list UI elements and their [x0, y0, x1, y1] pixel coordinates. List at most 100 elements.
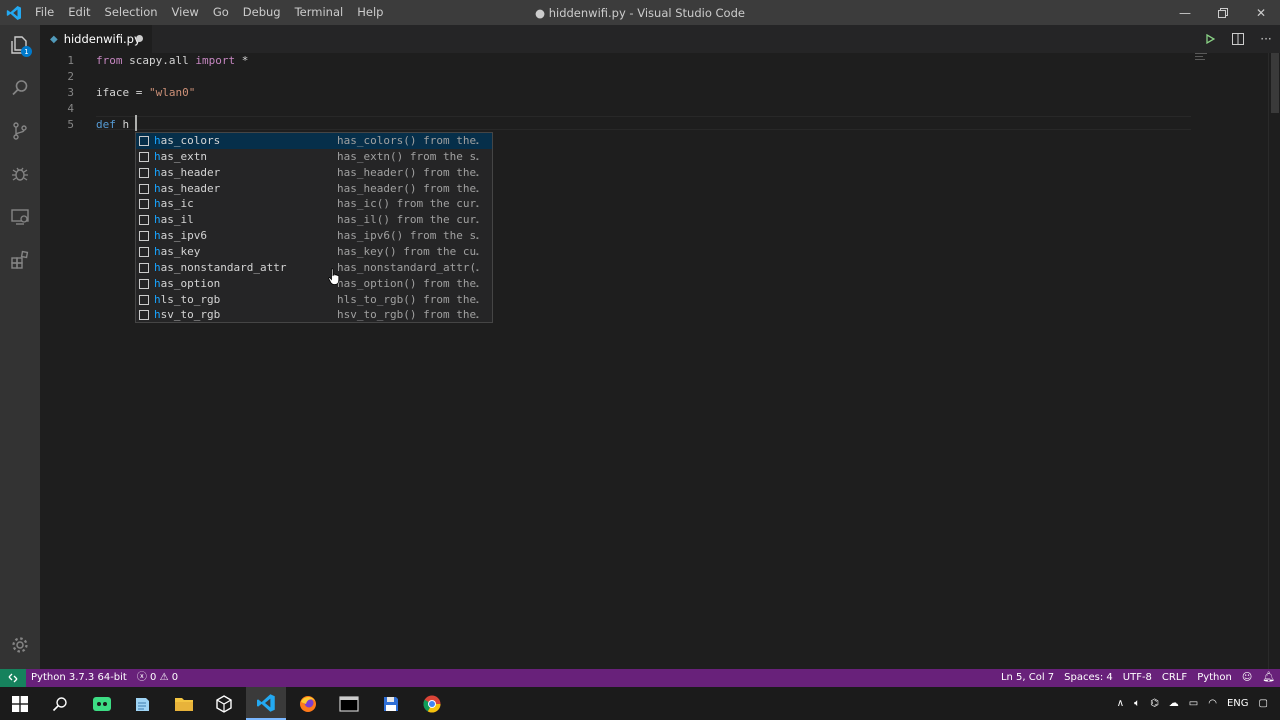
code-line[interactable]: def h [96, 117, 129, 133]
speaker-icon[interactable]: 🔈︎ [1129, 698, 1145, 709]
windows-taskbar: ∧ 🔈︎ ⌬ ☁ ▭ ◠ ENG ▢ [0, 687, 1280, 720]
suggestion-item[interactable]: has_key has_key() from the cu… [136, 244, 492, 260]
function-kind-icon [139, 231, 149, 242]
vscode-icon[interactable] [246, 687, 286, 720]
virtualbox-icon[interactable] [204, 687, 244, 720]
suggestion-match: h [154, 213, 161, 227]
suggestion-detail: has_option() from the… [337, 276, 479, 290]
notification-center-icon[interactable]: ▢ [1254, 698, 1280, 709]
menu-item-edit[interactable]: Edit [61, 0, 97, 25]
menu-item-file[interactable]: File [28, 0, 61, 25]
line-endings[interactable]: CRLF [1157, 669, 1192, 687]
function-kind-icon [139, 167, 149, 178]
suggestion-label: has_nonstandard_attr [154, 260, 337, 276]
suggestion-label: has_il [154, 212, 337, 228]
suggestion-item[interactable]: has_il has_il() from the cur… [136, 212, 492, 228]
suggestion-detail: has_ic() from the cur… [337, 197, 479, 211]
floppy-save-icon[interactable] [371, 687, 411, 720]
wifi-icon[interactable]: ◠ [1203, 698, 1222, 709]
warning-count: 0 [171, 672, 179, 683]
files-icon[interactable]: 1 [0, 25, 40, 65]
python-interpreter[interactable]: Python 3.7.3 64-bit [26, 669, 132, 687]
suggestion-detail: has_ipv6() from the s… [337, 229, 479, 243]
windows-start-icon[interactable] [0, 687, 40, 720]
more-actions-icon[interactable]: ··· [1252, 32, 1280, 46]
problems-indicator[interactable]: ⓧ 0 ⚠ 0 [132, 669, 183, 687]
suggestion-detail: has_il() from the cur… [337, 213, 479, 227]
chrome-icon[interactable] [412, 687, 452, 720]
code-token: scapy.all [122, 54, 196, 67]
suggestion-item[interactable]: has_option has_option() from the… [136, 276, 492, 292]
tab-hiddenwifi[interactable]: ◆ hiddenwifi.py [40, 25, 152, 53]
indentation[interactable]: Spaces: 4 [1059, 669, 1118, 687]
extensions-icon[interactable] [0, 240, 40, 280]
suggestion-rest: as_ic [160, 197, 194, 211]
menu-item-selection[interactable]: Selection [98, 0, 165, 25]
window-controls: — ✕ [1166, 0, 1280, 25]
menu-item-terminal[interactable]: Terminal [288, 0, 351, 25]
suggestion-item[interactable]: has_extn has_extn() from the s… [136, 149, 492, 165]
suggestion-detail: has_key() from the cu… [337, 244, 479, 258]
suggestion-item[interactable]: has_ic has_ic() from the cur… [136, 196, 492, 212]
suggestion-item[interactable]: has_ipv6 has_ipv6() from the s… [136, 228, 492, 244]
scrollbar-thumb[interactable] [1271, 53, 1279, 113]
restore-icon[interactable] [1204, 0, 1242, 25]
suggestion-rest: as_nonstandard_attr [160, 260, 287, 274]
firefox-icon[interactable] [288, 687, 328, 720]
suggestion-rest: sv_to_rgb [160, 308, 221, 322]
vscode-logo-icon[interactable] [0, 0, 28, 25]
function-kind-icon [139, 294, 149, 305]
remote-explorer-icon[interactable] [0, 197, 40, 237]
debug-icon[interactable] [0, 154, 40, 194]
menu-item-view[interactable]: View [165, 0, 206, 25]
file-explorer-icon[interactable] [164, 687, 204, 720]
autocomplete-suggestions[interactable]: has_colors has_colors() from the… has_extn… [135, 132, 493, 323]
suggestion-label: has_ipv6 [154, 228, 337, 244]
minimize-icon[interactable]: — [1166, 0, 1204, 25]
search-icon[interactable] [40, 687, 80, 720]
suggestion-item[interactable]: hls_to_rgb hls_to_rgb() from the… [136, 292, 492, 308]
onedrive-icon[interactable]: ☁ [1164, 698, 1184, 709]
suggestion-item[interactable]: has_header has_header() from the… [136, 165, 492, 181]
function-kind-icon [139, 183, 149, 194]
remote-indicator-icon[interactable] [0, 669, 26, 687]
terminal-icon[interactable] [329, 687, 369, 720]
input-language[interactable]: ENG [1222, 698, 1254, 709]
notepad-icon[interactable] [122, 687, 162, 720]
chevron-up-icon[interactable]: ∧ [1112, 698, 1129, 709]
battery-icon[interactable]: ▭ [1184, 698, 1203, 709]
feedback-icon[interactable]: ☺ [1237, 669, 1257, 687]
minimap[interactable] [1195, 53, 1207, 61]
vertical-scrollbar[interactable] [1268, 53, 1280, 669]
suggestion-item[interactable]: hsv_to_rgb hsv_to_rgb() from the… [136, 307, 492, 323]
split-editor-icon[interactable] [1224, 33, 1252, 45]
search-icon[interactable] [0, 68, 40, 108]
function-kind-icon [139, 310, 149, 321]
notifications-bell-icon[interactable]: 🔔︎ [1257, 669, 1280, 687]
function-kind-icon [139, 278, 149, 289]
suggestion-label: has_extn [154, 149, 337, 165]
menu-item-help[interactable]: Help [350, 0, 390, 25]
explorer-badge: 1 [21, 46, 32, 57]
gear-icon[interactable] [0, 625, 40, 665]
error-count: 0 [150, 672, 157, 683]
source-control-icon[interactable] [0, 111, 40, 151]
suggestion-item[interactable]: has_nonstandard_attr has_nonstandard_attr… [136, 260, 492, 276]
menu-item-go[interactable]: Go [206, 0, 236, 25]
code-line[interactable]: from scapy.all import * [96, 53, 248, 69]
menu-item-debug[interactable]: Debug [236, 0, 288, 25]
hand-pointer-icon [328, 268, 340, 286]
suggestion-item[interactable]: has_header has_header() from the… [136, 181, 492, 197]
cursor-position[interactable]: Ln 5, Col 7 [996, 669, 1059, 687]
encoding[interactable]: UTF-8 [1118, 669, 1157, 687]
suggestion-item[interactable]: has_colors has_colors() from the… [136, 133, 492, 149]
code-line[interactable]: iface = "wlan0" [96, 85, 195, 101]
suggestion-rest: as_option [160, 276, 221, 290]
unsaved-dot-icon[interactable] [136, 35, 143, 42]
run-icon[interactable] [1196, 34, 1224, 44]
language-mode[interactable]: Python [1192, 669, 1237, 687]
network-icon[interactable]: ⌬ [1145, 698, 1164, 709]
android-studio-icon[interactable] [82, 687, 122, 720]
close-icon[interactable]: ✕ [1242, 0, 1280, 25]
suggestion-rest: as_colors [160, 134, 221, 147]
